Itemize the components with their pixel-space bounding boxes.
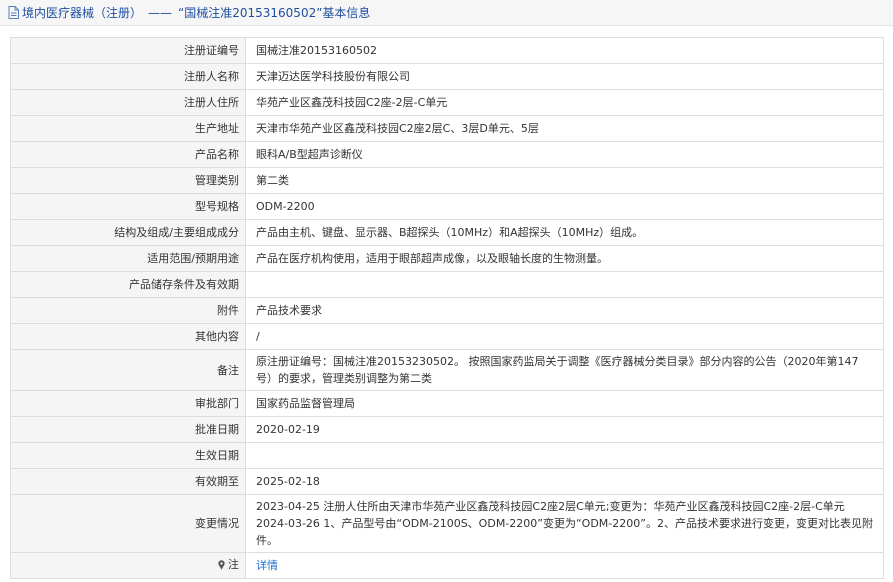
row-label: 备注 [10, 349, 246, 391]
table-row: 适用范围/预期用途 产品在医疗机构使用，适用于眼部超声成像，以及眼轴长度的生物测… [10, 245, 884, 272]
detail-link[interactable]: 详情 [256, 559, 278, 572]
header-separator: —— [148, 5, 173, 20]
info-table: 注册证编号 国械注准20153160502 注册人名称 天津迈达医学科技股份有限… [10, 37, 884, 579]
row-label: 注册人住所 [10, 89, 246, 116]
row-label: 其他内容 [10, 323, 246, 350]
note-label: 注 [228, 558, 239, 572]
table-row: 附件 产品技术要求 [10, 297, 884, 324]
row-label: 管理类别 [10, 167, 246, 194]
row-value: 原注册证编号：国械注准20153230502。 按照国家药监局关于调整《医疗器械… [245, 349, 884, 391]
table-row: 结构及组成/主要组成成分 产品由主机、键盘、显示器、B超探头（10MHz）和A超… [10, 219, 884, 246]
table-row: 产品名称 眼科A/B型超声诊断仪 [10, 141, 884, 168]
row-label: 有效期至 [10, 468, 246, 495]
row-value: 2025-02-18 [245, 468, 884, 495]
row-value: 2020-02-19 [245, 416, 884, 443]
row-value [245, 271, 884, 298]
page-title: “国械注准20153160502”基本信息 [178, 6, 371, 20]
row-label: 注册证编号 [10, 37, 246, 64]
table-row: 有效期至 2025-02-18 [10, 468, 884, 495]
row-value: 眼科A/B型超声诊断仪 [245, 141, 884, 168]
header-section: 境内医疗器械（注册） [22, 6, 143, 20]
table-row: 批准日期 2020-02-19 [10, 416, 884, 443]
row-label: 型号规格 [10, 193, 246, 220]
row-value: 天津迈达医学科技股份有限公司 [245, 63, 884, 90]
change-entry: 2023-04-25 注册人住所由天津市华苑产业区鑫茂科技园C2座2层C单元;变… [256, 500, 845, 513]
pin-icon [218, 560, 225, 570]
row-label: 适用范围/预期用途 [10, 245, 246, 272]
row-label: 结构及组成/主要组成成分 [10, 219, 246, 246]
table-row: 注册证编号 国械注准20153160502 [10, 37, 884, 64]
table-row: 注册人名称 天津迈达医学科技股份有限公司 [10, 63, 884, 90]
row-value: ODM-2200 [245, 193, 884, 220]
table-row: 变更情况 2023-04-25 注册人住所由天津市华苑产业区鑫茂科技园C2座2层… [10, 494, 884, 553]
row-label: 附件 [10, 297, 246, 324]
row-label: 生产地址 [10, 115, 246, 142]
row-label: 批准日期 [10, 416, 246, 443]
document-icon [8, 6, 19, 19]
table-row: 备注 原注册证编号：国械注准20153230502。 按照国家药监局关于调整《医… [10, 349, 884, 391]
table-row: 管理类别 第二类 [10, 167, 884, 194]
row-label: 审批部门 [10, 390, 246, 417]
table-row: 型号规格 ODM-2200 [10, 193, 884, 220]
row-value: 第二类 [245, 167, 884, 194]
note-label-cell: 注 [10, 552, 246, 579]
row-value [245, 442, 884, 469]
row-value: / [245, 323, 884, 350]
row-label: 产品储存条件及有效期 [10, 271, 246, 298]
row-label: 变更情况 [10, 494, 246, 553]
table-row: 注 详情 [10, 552, 884, 579]
table-row: 生产地址 天津市华苑产业区鑫茂科技园C2座2层C、3层D单元、5层 [10, 115, 884, 142]
row-value: 产品技术要求 [245, 297, 884, 324]
row-label: 生效日期 [10, 442, 246, 469]
row-value: 天津市华苑产业区鑫茂科技园C2座2层C、3层D单元、5层 [245, 115, 884, 142]
note-value: 详情 [245, 552, 884, 579]
table-row: 注册人住所 华苑产业区鑫茂科技园C2座-2层-C单元 [10, 89, 884, 116]
table-row: 产品储存条件及有效期 [10, 271, 884, 298]
table-row: 生效日期 [10, 442, 884, 469]
change-history: 2023-04-25 注册人住所由天津市华苑产业区鑫茂科技园C2座2层C单元;变… [245, 494, 884, 553]
table-row: 审批部门 国家药品监督管理局 [10, 390, 884, 417]
change-entry: 2024-03-26 1、产品型号由“ODM-2100S、ODM-2200”变更… [256, 517, 873, 547]
row-label: 产品名称 [10, 141, 246, 168]
row-value: 国家药品监督管理局 [245, 390, 884, 417]
row-value: 华苑产业区鑫茂科技园C2座-2层-C单元 [245, 89, 884, 116]
row-value: 产品由主机、键盘、显示器、B超探头（10MHz）和A超探头（10MHz）组成。 [245, 219, 884, 246]
row-value: 国械注准20153160502 [245, 37, 884, 64]
page-header: 境内医疗器械（注册） —— “国械注准20153160502”基本信息 [0, 0, 893, 26]
table-row: 其他内容 / [10, 323, 884, 350]
row-label: 注册人名称 [10, 63, 246, 90]
row-value: 产品在医疗机构使用，适用于眼部超声成像，以及眼轴长度的生物测量。 [245, 245, 884, 272]
